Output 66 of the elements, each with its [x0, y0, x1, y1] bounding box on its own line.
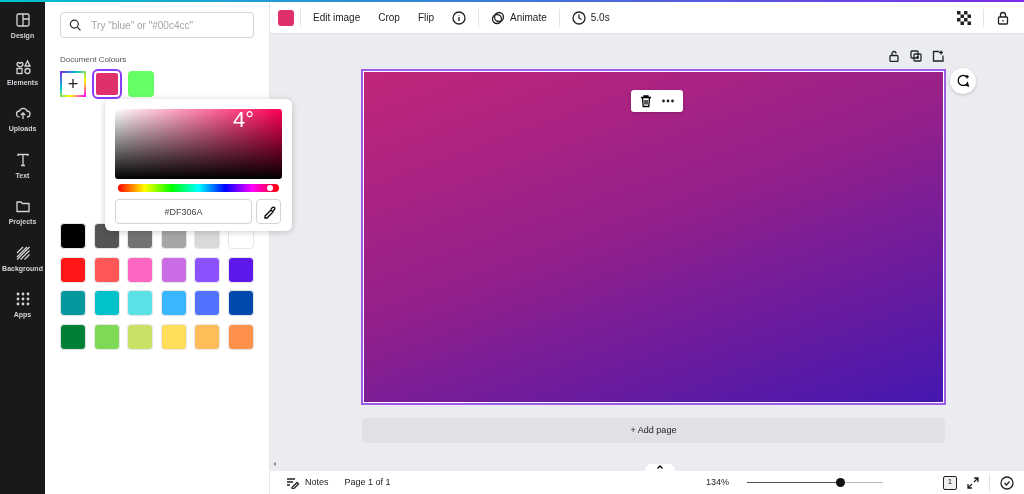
text-icon: [14, 151, 31, 168]
toolbar-button[interactable]: Flip: [411, 7, 441, 28]
search-box[interactable]: Try "blue" or "#00c4cc": [60, 12, 254, 38]
expand-pages-button[interactable]: [645, 464, 675, 472]
info-icon: [452, 10, 467, 25]
colour-swatch[interactable]: [194, 256, 220, 283]
notes-button[interactable]: Notes: [280, 472, 335, 493]
animate-button[interactable]: Animate: [485, 7, 553, 28]
timing-button[interactable]: 5.0s: [565, 7, 616, 28]
colour-swatch[interactable]: [194, 323, 220, 350]
fullscreen-icon[interactable]: [967, 476, 979, 489]
page-indicator: Page 1 of 1: [344, 475, 391, 489]
colour-swatch[interactable]: [227, 256, 254, 283]
colour-swatch[interactable]: [60, 223, 86, 249]
colour-swatch[interactable]: [127, 256, 153, 283]
zoom-slider-thumb[interactable]: [836, 478, 846, 487]
trash-icon: [639, 94, 653, 108]
colour-swatch[interactable]: [127, 290, 153, 316]
colour-swatch[interactable]: [93, 323, 120, 350]
notes-icon: [286, 476, 300, 489]
colour-swatch[interactable]: [160, 290, 187, 316]
colour-swatch[interactable]: [60, 323, 86, 350]
hue-slider-thumb[interactable]: [267, 185, 274, 191]
scroll-left-icon[interactable]: [272, 461, 277, 467]
eyedropper-icon: [261, 204, 276, 219]
search-icon: [69, 18, 82, 32]
checkerboard-icon: [957, 10, 971, 25]
circles-icon: [491, 10, 506, 25]
cloud-upload-icon: [14, 105, 31, 121]
saturation-area[interactable]: 4°: [115, 109, 282, 179]
colour-swatch[interactable]: [128, 71, 154, 97]
colour-swatch[interactable]: [160, 323, 187, 350]
colour-swatch[interactable]: [227, 323, 254, 350]
delete-button[interactable]: [639, 94, 653, 108]
colour-swatch[interactable]: [60, 290, 86, 316]
shapes-icon: [14, 58, 31, 75]
add-colour-button[interactable]: +: [60, 71, 86, 97]
lock-icon: [996, 10, 1010, 25]
unlock-icon[interactable]: [888, 50, 900, 62]
duplicate-icon[interactable]: [910, 50, 922, 62]
colour-swatch[interactable]: [93, 256, 120, 283]
check-circle-icon[interactable]: [1000, 475, 1014, 490]
add-page-icon[interactable]: [932, 50, 944, 62]
colour-swatch[interactable]: [160, 256, 187, 283]
add-page-button[interactable]: + Add page: [362, 418, 945, 443]
comment-button[interactable]: [950, 68, 976, 94]
hex-input[interactable]: #DF306A: [115, 199, 252, 224]
section-title: Document Colours: [60, 54, 128, 66]
layout-icon: [14, 12, 31, 28]
colour-swatch[interactable]: [227, 290, 254, 316]
colour-swatch[interactable]: [194, 290, 220, 316]
colour-swatch[interactable]: [94, 71, 120, 97]
colour-swatch[interactable]: [60, 256, 86, 283]
colour-swatch[interactable]: [127, 323, 153, 350]
toolbar-button[interactable]: Crop: [372, 7, 406, 28]
hue-slider[interactable]: [118, 184, 279, 192]
zoom-level: 134%: [705, 475, 729, 489]
eyedropper-button[interactable]: [256, 199, 281, 224]
folder-icon: [14, 198, 31, 214]
colour-swatch[interactable]: [93, 290, 120, 316]
apps-grid-icon: [14, 291, 31, 307]
hatch-icon: [14, 244, 31, 261]
colour-button[interactable]: [278, 9, 294, 26]
clock-icon: [571, 10, 586, 25]
chevron-up-icon: [656, 464, 664, 470]
toolbar-button[interactable]: Edit image: [307, 7, 367, 28]
